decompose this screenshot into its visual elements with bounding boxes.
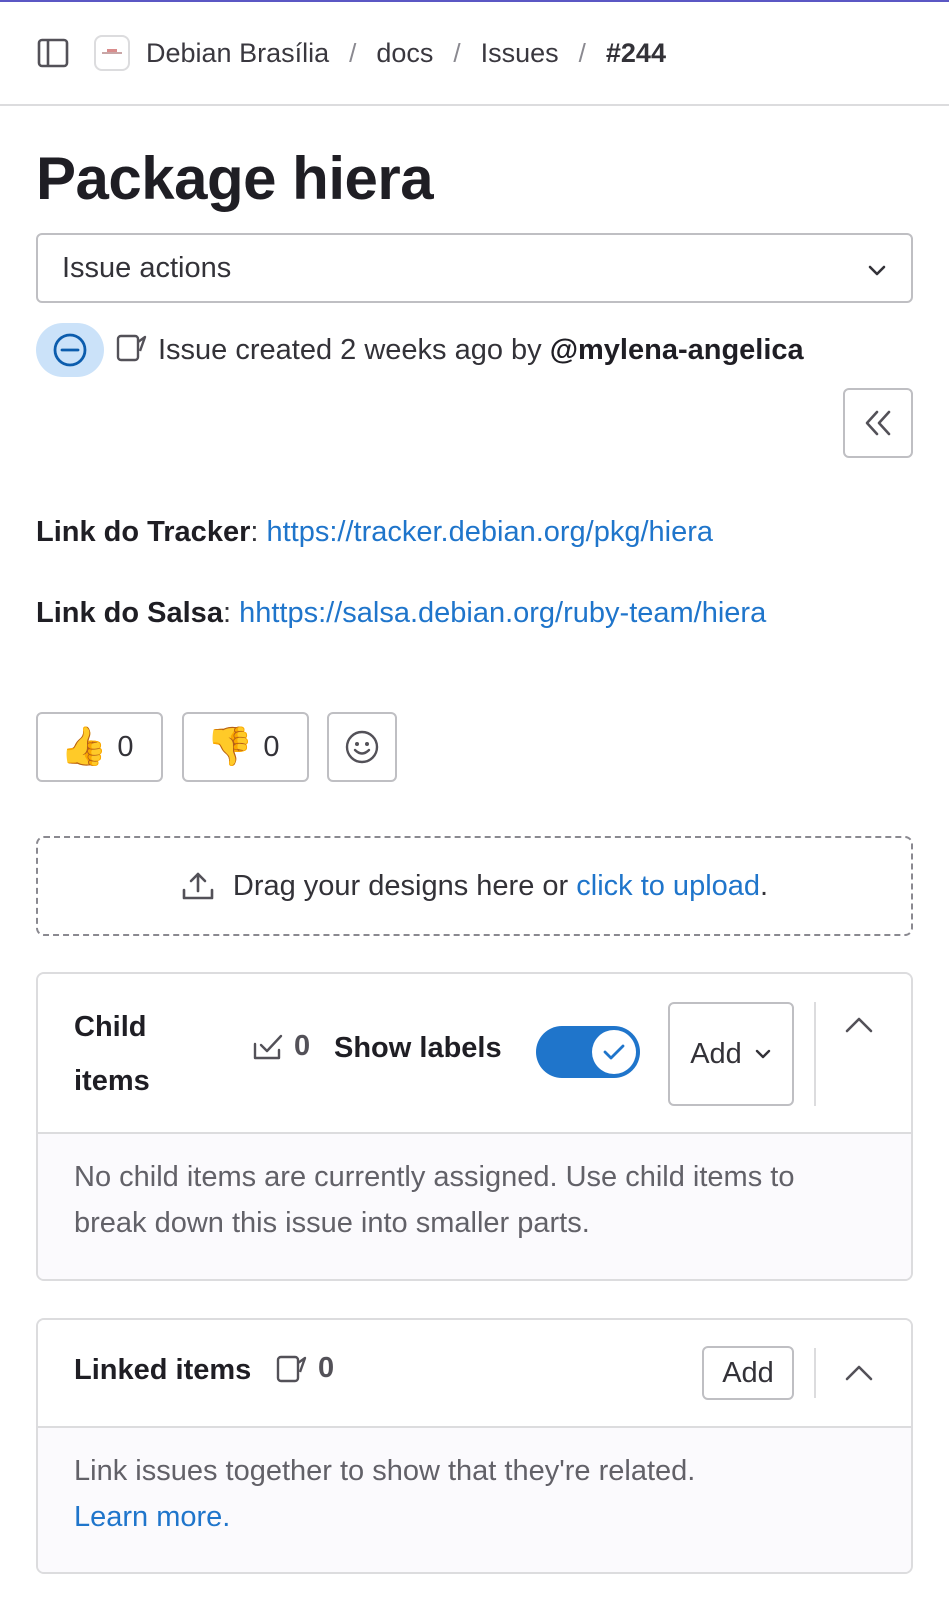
- learn-more-link[interactable]: Learn more.: [74, 1501, 230, 1533]
- sidebar-toggle-icon[interactable]: [36, 36, 70, 70]
- chevron-up-icon: [845, 1365, 873, 1381]
- tracker-label: Link do Tracker: [36, 516, 251, 548]
- issue-meta-text: Issue created 2 weeks ago by @mylena-ang…: [158, 333, 804, 366]
- breadcrumb-issues[interactable]: Issues: [481, 38, 559, 69]
- linked-items-count: 0: [276, 1352, 334, 1385]
- issue-meta: Issue created 2 weeks ago by @mylena-ang…: [36, 323, 804, 377]
- collapse-sidebar-button[interactable]: [843, 388, 913, 458]
- thumbs-down-reaction-button[interactable]: 👎 0: [182, 712, 309, 782]
- breadcrumb-current-issue[interactable]: #244: [606, 38, 666, 69]
- group-avatar[interactable]: [94, 35, 130, 71]
- show-labels-toggle[interactable]: [536, 1026, 640, 1078]
- smiley-icon: [345, 730, 379, 764]
- checklist-icon: [253, 1034, 283, 1059]
- chevron-down-icon: [867, 252, 887, 285]
- child-items-count: 0: [252, 1030, 310, 1063]
- add-child-item-dropdown[interactable]: Add: [668, 1002, 794, 1106]
- page-title: Package hiera: [36, 145, 434, 212]
- linked-items-title: Linked items: [74, 1354, 252, 1386]
- description-tracker-line: Link do Tracker: https://tracker.debian.…: [36, 516, 714, 548]
- thumbs-up-count: 0: [117, 730, 134, 763]
- check-icon: [603, 1044, 625, 1060]
- salsa-label: Link do Salsa: [36, 597, 223, 629]
- child-items-title: Child items: [74, 1011, 150, 1097]
- breadcrumb-separator: /: [578, 37, 586, 68]
- collapse-child-items-button[interactable]: [834, 1000, 884, 1050]
- divider: [814, 1002, 816, 1106]
- design-upload-dropzone[interactable]: Drag your designs here or click to uploa…: [36, 836, 913, 936]
- double-chevron-left-icon: [865, 410, 891, 436]
- issue-actions-dropdown[interactable]: Issue actions: [36, 233, 913, 303]
- child-items-empty-state: No child items are currently assigned. U…: [38, 1134, 911, 1279]
- linked-items-empty-text: Link issues together to show that they'r…: [74, 1455, 696, 1487]
- divider: [814, 1348, 816, 1398]
- upload-link[interactable]: click to upload: [576, 870, 760, 903]
- thumbs-down-icon: 👎: [206, 726, 254, 768]
- add-linked-item-button[interactable]: Add: [702, 1346, 794, 1400]
- breadcrumb-project[interactable]: docs: [376, 38, 433, 69]
- thumbs-up-icon: 👍: [60, 726, 108, 768]
- show-labels-label: Show labels: [334, 1032, 502, 1064]
- breadcrumb-group[interactable]: Debian Brasília: [146, 38, 329, 69]
- status-badge: [36, 323, 104, 377]
- issue-open-icon: [53, 333, 87, 367]
- child-items-card: Child items 0 Show labels Add No child i…: [36, 972, 913, 1281]
- breadcrumb-separator: /: [453, 37, 461, 68]
- linked-items-empty-state: Link issues together to show that they'r…: [38, 1428, 911, 1572]
- thumbs-up-reaction-button[interactable]: 👍 0: [36, 712, 163, 782]
- collapse-linked-items-button[interactable]: [834, 1348, 884, 1398]
- chevron-up-icon: [845, 1017, 873, 1033]
- toggle-knob: [592, 1030, 636, 1074]
- linked-items-header: Linked items 0 Add: [38, 1320, 911, 1428]
- tracker-link[interactable]: https://tracker.debian.org/pkg/hiera: [266, 516, 713, 548]
- dropzone-text: Drag your designs here or: [232, 869, 569, 902]
- thumbs-down-count: 0: [263, 730, 280, 763]
- linked-items-card: Linked items 0 Add Link issues together …: [36, 1318, 913, 1574]
- issue-type-icon: [276, 1355, 307, 1382]
- issue-type-icon: [116, 333, 148, 368]
- breadcrumb-separator: /: [349, 37, 357, 68]
- chevron-down-icon: [754, 1048, 772, 1060]
- breadcrumb-bar: Debian Brasília / docs / Issues / #244: [0, 2, 949, 106]
- upload-icon: [181, 870, 215, 902]
- child-items-header: Child items 0 Show labels Add: [38, 974, 911, 1134]
- issue-actions-label: Issue actions: [62, 251, 232, 284]
- salsa-link[interactable]: hhttps://salsa.debian.org/ruby-team/hier…: [239, 597, 766, 629]
- description-salsa-line: Link do Salsa: hhttps://salsa.debian.org…: [36, 597, 767, 629]
- add-reaction-button[interactable]: [327, 712, 397, 782]
- author-link[interactable]: @mylena-angelica: [550, 334, 804, 366]
